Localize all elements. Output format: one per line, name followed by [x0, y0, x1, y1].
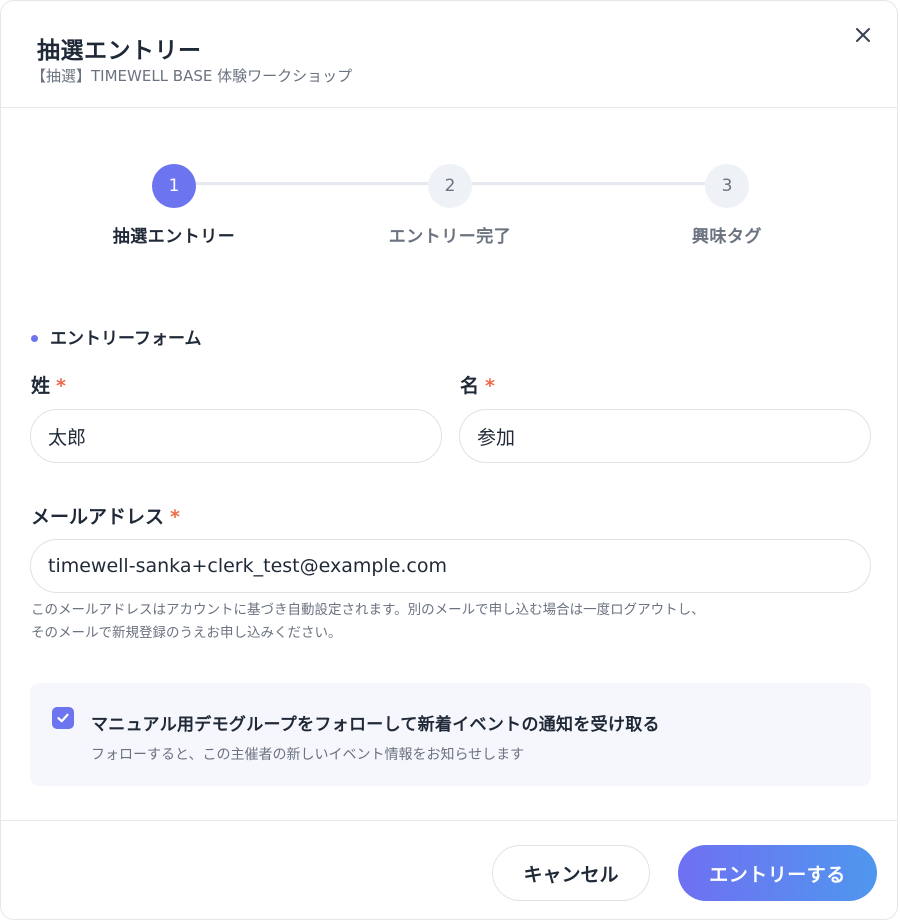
close-icon [856, 28, 870, 42]
first-name-value: 参加 [477, 426, 516, 449]
first-name-label: 名 * [460, 371, 495, 398]
step-1-label: 抽選エントリー [112, 227, 236, 247]
email-value: timewell-sanka+clerk_test@example.com [48, 555, 447, 577]
required-mark: * [485, 375, 495, 397]
required-mark: * [170, 506, 180, 528]
dialog-footer: キャンセル エントリーする [1, 820, 897, 919]
last-name-label: 姓 * [31, 371, 66, 398]
email-label-text: メールアドレス [31, 506, 165, 528]
last-name-value: 太郎 [48, 426, 87, 449]
entry-dialog: 抽選エントリー 【抽選】TIMEWELL BASE 体験ワークショップ 1 抽選… [0, 0, 898, 920]
step-2: 2 エントリー完了 [350, 164, 550, 247]
section-title: エントリーフォーム [31, 324, 201, 349]
last-name-input[interactable]: 太郎 [30, 409, 442, 463]
step-2-label: エントリー完了 [388, 227, 512, 247]
step-3-label: 興味タグ [692, 227, 762, 247]
section-dot-icon [31, 335, 38, 342]
last-name-label-text: 姓 [31, 375, 51, 397]
step-1: 1 抽選エントリー [74, 164, 274, 247]
stepper: 1 抽選エントリー 2 エントリー完了 3 興味タグ [1, 161, 897, 261]
step-1-number: 1 [152, 164, 196, 208]
cancel-button[interactable]: キャンセル [492, 845, 650, 901]
step-3-number: 3 [705, 164, 749, 208]
first-name-input[interactable]: 参加 [459, 409, 871, 463]
step-2-number: 2 [428, 164, 472, 208]
submit-entry-button[interactable]: エントリーする [678, 845, 877, 901]
checkmark-icon [57, 713, 69, 723]
close-button[interactable] [851, 23, 875, 47]
email-label: メールアドレス * [31, 502, 180, 529]
follow-description: フォローすると、この主催者の新しいイベント情報をお知らせします [91, 747, 525, 763]
section-title-text: エントリーフォーム [50, 329, 202, 349]
email-input[interactable]: timewell-sanka+clerk_test@example.com [30, 539, 871, 593]
step-3: 3 興味タグ [627, 164, 827, 247]
dialog-title: 抽選エントリー [37, 38, 202, 64]
follow-checkbox[interactable] [52, 707, 74, 729]
required-mark: * [56, 375, 66, 397]
dialog-header: 抽選エントリー 【抽選】TIMEWELL BASE 体験ワークショップ [1, 1, 897, 108]
follow-option-box: マニュアル用デモグループをフォローして新着イベントの通知を受け取る フォローする… [30, 683, 871, 786]
follow-label[interactable]: マニュアル用デモグループをフォローして新着イベントの通知を受け取る [91, 710, 660, 735]
email-helper-line-2: そのメールで新規登録のうえお申し込みください。 [31, 625, 342, 641]
first-name-label-text: 名 [460, 375, 480, 397]
email-helper-line-1: このメールアドレスはアカウントに基づき自動設定されます。別のメールで申し込む場合… [31, 602, 705, 618]
dialog-subtitle: 【抽選】TIMEWELL BASE 体験ワークショップ [31, 67, 353, 85]
email-helper-text: このメールアドレスはアカウントに基づき自動設定されます。別のメールで申し込む場合… [31, 599, 881, 645]
